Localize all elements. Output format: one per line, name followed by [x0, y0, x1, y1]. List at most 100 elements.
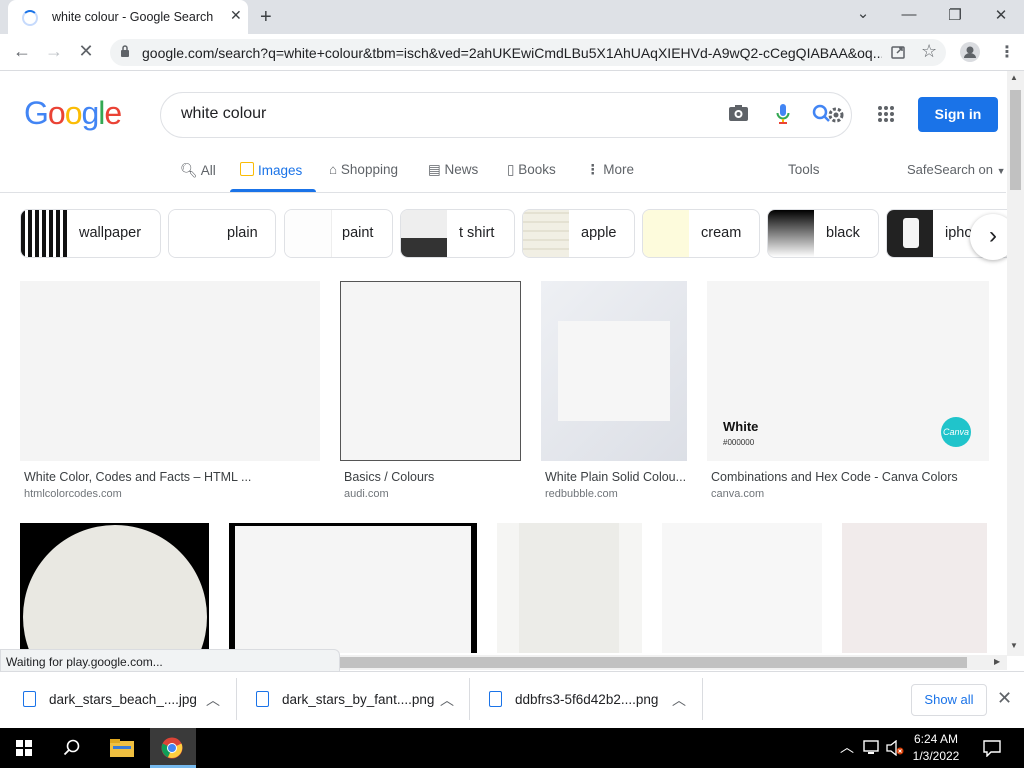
forward-button[interactable]: →: [44, 41, 64, 62]
tab-all[interactable]: 🔍︎ All: [180, 162, 216, 179]
file-image-icon: [23, 691, 36, 707]
minimize-button[interactable]: —: [899, 6, 919, 23]
safesearch-toggle[interactable]: SafeSearch on ▼: [907, 162, 1006, 177]
google-apps-icon[interactable]: [878, 106, 894, 122]
download-item-name[interactable]: dark_stars_by_fant....png: [282, 692, 434, 707]
result-image[interactable]: [20, 281, 320, 461]
system-clock[interactable]: 6:24 AM 1/3/2022: [906, 731, 966, 765]
chrome-icon: [161, 737, 183, 759]
search-settings-icon[interactable]: [812, 104, 846, 124]
chip-black[interactable]: black: [767, 209, 879, 258]
tab-books-label: Books: [518, 162, 556, 177]
news-icon: ▤: [428, 162, 441, 177]
clock-date: 1/3/2022: [912, 749, 960, 763]
chip-thumbnail: [643, 210, 689, 257]
bookmark-star-icon[interactable]: ☆: [921, 41, 937, 62]
tab-news-label: News: [444, 162, 479, 177]
result-source[interactable]: audi.com: [344, 488, 389, 500]
chip-label: paint: [342, 225, 374, 241]
tab-news[interactable]: ▤ News: [428, 162, 478, 178]
tab-more-label: More: [603, 162, 635, 177]
sign-in-button[interactable]: Sign in: [918, 97, 998, 132]
tag-icon: ⌂: [329, 162, 338, 177]
tab-images[interactable]: Images: [240, 162, 302, 178]
browser-menu-icon[interactable]: ⋮: [999, 42, 1015, 62]
profile-avatar-icon[interactable]: [960, 42, 980, 62]
result-image[interactable]: [842, 523, 987, 653]
result-title[interactable]: White Color, Codes and Facts – HTML ...: [24, 470, 319, 484]
chip-wallpaper[interactable]: wallpaper: [20, 209, 161, 258]
stop-loading-button[interactable]: ✕: [76, 41, 96, 62]
loading-spinner-icon: [22, 10, 38, 26]
chevron-up-icon[interactable]: ︿: [440, 690, 454, 710]
url-text[interactable]: google.com/search?q=white+colour&tbm=isc…: [142, 45, 882, 61]
tab-images-label: Images: [258, 163, 303, 178]
restore-button[interactable]: ❐: [945, 6, 965, 24]
vertical-scroll-thumb[interactable]: [1010, 90, 1021, 190]
new-tab-button[interactable]: +: [260, 6, 272, 29]
download-item-name[interactable]: dark_stars_beach_....jpg: [49, 692, 197, 707]
result-image[interactable]: White #000000 Canva: [707, 281, 989, 461]
scroll-right-arrow-icon[interactable]: ▶: [994, 657, 1000, 666]
windows-start-icon[interactable]: [16, 740, 32, 756]
network-icon[interactable]: [862, 740, 880, 756]
chevron-up-icon[interactable]: ︿: [672, 690, 686, 710]
result-image[interactable]: [20, 523, 209, 653]
browser-tab[interactable]: white colour - Google Search ✕: [8, 0, 248, 34]
tab-books[interactable]: ▯ Books: [507, 162, 556, 178]
lock-icon[interactable]: [120, 45, 130, 57]
scroll-down-arrow-icon[interactable]: ▼: [1010, 641, 1018, 650]
camera-search-icon[interactable]: [728, 104, 749, 122]
canva-hex-code: #000000: [723, 438, 755, 447]
result-image[interactable]: [541, 281, 687, 461]
chip-thumbnail: [768, 210, 814, 257]
search-input[interactable]: white colour: [181, 105, 266, 123]
window-close-button[interactable]: ✕: [991, 6, 1011, 24]
microphone-icon[interactable]: [776, 103, 790, 125]
scroll-up-arrow-icon[interactable]: ▲: [1010, 73, 1018, 82]
clock-time: 6:24 AM: [913, 732, 959, 746]
chip-cream[interactable]: cream: [642, 209, 760, 258]
close-download-shelf-icon[interactable]: ✕: [997, 688, 1012, 709]
download-item-name[interactable]: ddbfrs3-5f6d42b2....png: [515, 692, 658, 707]
chip-t-shirt[interactable]: t shirt: [400, 209, 515, 258]
google-logo[interactable]: Google: [24, 95, 122, 132]
tab-title: white colour - Google Search: [52, 10, 214, 24]
chip-plain[interactable]: plain: [168, 209, 276, 258]
result-title[interactable]: Basics / Colours: [344, 470, 524, 484]
chip-label: plain: [227, 225, 258, 241]
volume-muted-icon[interactable]: [886, 740, 904, 756]
horizontal-scroll-thumb[interactable]: [339, 657, 967, 668]
result-source[interactable]: canva.com: [711, 488, 764, 500]
taskbar-search-icon[interactable]: [63, 739, 81, 757]
system-tray-chevron-icon[interactable]: ︿: [840, 737, 854, 757]
file-explorer-icon[interactable]: [110, 739, 134, 757]
image-icon: [240, 162, 254, 176]
chip-thumbnail: [285, 210, 332, 257]
file-image-icon: [256, 691, 269, 707]
notification-center-icon[interactable]: [983, 739, 1001, 757]
tab-shopping[interactable]: ⌂ Shopping: [329, 162, 398, 177]
chip-label: wallpaper: [79, 225, 142, 241]
tab-all-label: All: [200, 163, 216, 178]
chip-paint[interactable]: paint: [284, 209, 393, 258]
share-icon[interactable]: [890, 44, 906, 60]
chip-apple[interactable]: apple: [522, 209, 635, 258]
back-button[interactable]: ←: [12, 41, 32, 62]
result-title[interactable]: Combinations and Hex Code - Canva Colors: [711, 470, 989, 484]
show-all-downloads-button[interactable]: Show all: [911, 684, 987, 716]
result-title[interactable]: White Plain Solid Colou...: [545, 470, 685, 484]
tools-button[interactable]: Tools: [788, 162, 820, 177]
result-image[interactable]: [340, 281, 521, 461]
tab-close-icon[interactable]: ✕: [230, 7, 242, 24]
result-source[interactable]: redbubble.com: [545, 488, 618, 500]
tab-more[interactable]: ⋮ More: [586, 162, 634, 178]
result-source[interactable]: htmlcolorcodes.com: [24, 488, 122, 500]
chevron-up-icon[interactable]: ︿: [206, 690, 220, 710]
book-icon: ▯: [507, 162, 515, 177]
result-image[interactable]: [497, 523, 642, 653]
tab-search-icon[interactable]: ⌄: [853, 4, 873, 22]
result-image[interactable]: [662, 523, 822, 653]
tabs-divider: [0, 192, 1006, 193]
result-image[interactable]: [229, 523, 477, 653]
